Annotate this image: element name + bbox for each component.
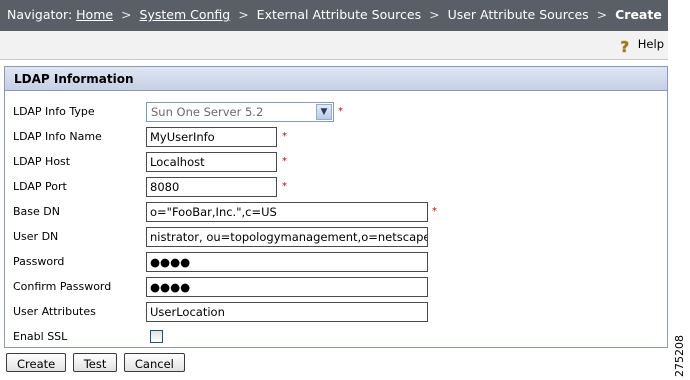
info-name-input[interactable]: MyUserInfo xyxy=(146,127,277,147)
form-row-base-dn: Base DN o="FooBar,Inc.",c=US * xyxy=(5,202,665,222)
info-type-select[interactable]: Sun One Server 5.2 ▼ xyxy=(146,102,334,122)
form-row-ssl: Enabl SSL xyxy=(5,327,665,347)
base-dn-input[interactable]: o="FooBar,Inc.",c=US xyxy=(146,202,428,222)
create-button[interactable]: Create xyxy=(6,353,67,372)
test-button[interactable]: Test xyxy=(72,353,118,372)
form-row-port: LDAP Port 8080 * xyxy=(5,177,665,197)
form-row-user-attributes: User Attributes UserLocation xyxy=(5,302,665,322)
required-marker: * xyxy=(432,206,437,217)
form-row-info-name: LDAP Info Name MyUserInfo * xyxy=(5,127,665,147)
form-row-confirm-password: Confirm Password ●●●● xyxy=(5,277,665,297)
password-label: Password xyxy=(13,255,65,268)
form-row-user-dn: User DN nistrator, ou=topologymanagement… xyxy=(5,227,665,247)
user-attributes-input[interactable]: UserLocation xyxy=(146,302,428,322)
form-row-host: LDAP Host Localhost * xyxy=(5,152,665,172)
cancel-button[interactable]: Cancel xyxy=(123,353,185,372)
figure-id: 275208 xyxy=(673,335,686,377)
breadcrumb-separator: > xyxy=(596,7,608,22)
breadcrumb-user-attribute-sources: User Attribute Sources xyxy=(447,7,589,22)
help-label: Help xyxy=(637,37,664,51)
required-marker: * xyxy=(282,181,287,192)
breadcrumb-separator: > xyxy=(238,7,249,22)
host-label: LDAP Host xyxy=(13,155,71,168)
breadcrumb-current-page: Create xyxy=(615,7,662,22)
breadcrumb-separator: > xyxy=(429,7,440,22)
breadcrumb-external-attribute-sources: External Attribute Sources xyxy=(256,7,422,22)
breadcrumb-system-config-link[interactable]: System Config xyxy=(140,7,231,22)
breadcrumb-home-link[interactable]: Home xyxy=(76,7,113,22)
info-name-label: LDAP Info Name xyxy=(13,130,102,143)
confirm-password-label: Confirm Password xyxy=(13,280,112,293)
help-toolbar: ? Help xyxy=(0,31,668,60)
required-marker: * xyxy=(338,106,343,117)
user-attributes-label: User Attributes xyxy=(13,305,96,318)
base-dn-label: Base DN xyxy=(13,205,60,218)
ssl-label: Enabl SSL xyxy=(13,330,68,343)
ssl-checkbox[interactable] xyxy=(150,330,163,343)
form-row-password: Password ●●●● xyxy=(5,252,665,272)
action-buttons: Create Test Cancel xyxy=(6,353,188,372)
confirm-password-input[interactable]: ●●●● xyxy=(146,277,428,297)
form-row-info-type: LDAP Info Type Sun One Server 5.2 ▼ * xyxy=(5,102,665,122)
help-question-icon: ? xyxy=(620,38,630,56)
navigator-breadcrumb: Navigator: Home > System Config > Extern… xyxy=(0,0,668,31)
port-label: LDAP Port xyxy=(13,180,67,193)
info-type-selected-value: Sun One Server 5.2 xyxy=(151,105,264,119)
help-button[interactable]: ? Help xyxy=(617,37,664,55)
panel-title: LDAP Information xyxy=(5,67,667,91)
breadcrumb-separator: > xyxy=(121,7,132,22)
host-input[interactable]: Localhost xyxy=(146,152,277,172)
ldap-information-panel: LDAP Information LDAP Info Type Sun One … xyxy=(4,66,668,348)
required-marker: * xyxy=(282,131,287,142)
password-input[interactable]: ●●●● xyxy=(146,252,428,272)
navigator-label: Navigator: xyxy=(7,7,73,22)
port-input[interactable]: 8080 xyxy=(146,177,277,197)
user-dn-input[interactable]: nistrator, ou=topologymanagement,o=netsc… xyxy=(146,227,428,247)
user-dn-label: User DN xyxy=(13,230,59,243)
chevron-down-icon[interactable]: ▼ xyxy=(316,104,332,120)
info-type-label: LDAP Info Type xyxy=(13,105,95,118)
required-marker: * xyxy=(282,156,287,167)
